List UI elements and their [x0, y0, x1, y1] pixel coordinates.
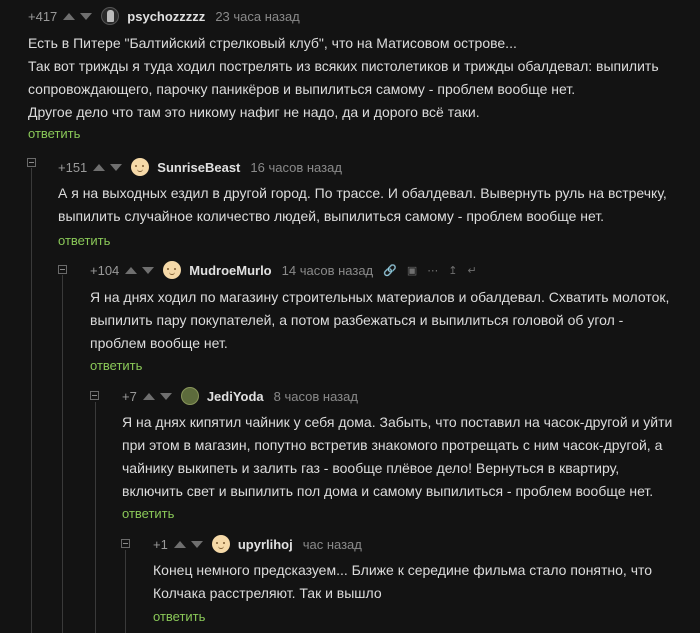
comment-body: А я на выходных ездил в другой город. По… [58, 182, 667, 228]
comment-body: Конец немного предсказуем... Ближе к сер… [153, 559, 652, 605]
comment-line: Я на днях ходил по магазину строительных… [90, 289, 670, 305]
comment-header: +104 MudroeMurlo 14 часов назад 🔗 ▣ ⋯ ↥ … [90, 260, 477, 280]
comment-body: Я на днях кипятил чайник у себя дома. За… [122, 411, 672, 503]
downvote-icon[interactable] [190, 540, 203, 548]
avatar[interactable] [101, 7, 120, 25]
reply-link[interactable]: ответить [28, 126, 80, 141]
comment-line: выпилить пару покупателей, а потом разбе… [90, 312, 624, 328]
downvote-icon[interactable] [159, 392, 172, 400]
collapse-toggle[interactable] [90, 391, 99, 400]
comment-line: выпилить случайное количество людей, вып… [58, 208, 605, 224]
thread-line [125, 550, 126, 633]
timestamp[interactable]: 8 часов назад [274, 389, 358, 404]
comment-line: Другое дело что там это никому нафиг не … [28, 104, 480, 120]
comment-line: Так вот трижды я туда ходил пострелять и… [28, 58, 659, 74]
comment-body: Я на днях ходил по магазину строительных… [90, 286, 669, 355]
timestamp[interactable]: 23 часа назад [215, 9, 299, 24]
comment-rating: +151 [58, 159, 88, 175]
reply-link[interactable]: ответить [90, 358, 142, 373]
comment-rating: +104 [90, 262, 120, 278]
timestamp[interactable]: 16 часов назад [250, 160, 342, 175]
branch-up-icon[interactable]: ↥ [448, 264, 457, 277]
username[interactable]: JediYoda [207, 389, 264, 404]
avatar[interactable] [163, 261, 182, 279]
comment-line: чайнику выкипеть и залить газ - вообще п… [122, 460, 620, 476]
avatar[interactable] [180, 387, 199, 405]
timestamp[interactable]: час назад [303, 537, 362, 552]
comment-rating: +7 [122, 388, 137, 404]
upvote-icon[interactable] [63, 12, 76, 20]
reply-link[interactable]: ответить [153, 609, 205, 624]
more-icon[interactable]: ⋯ [427, 264, 438, 277]
upvote-icon[interactable] [125, 266, 138, 274]
downvote-icon[interactable] [142, 266, 155, 274]
upvote-icon[interactable] [173, 540, 186, 548]
comment-line: включить свет и выпилить пол дома и само… [122, 483, 654, 499]
comment-reply-icon[interactable]: ↵ [467, 264, 476, 277]
comment-line: сопровождающего, парочку паникёров и вып… [28, 81, 576, 97]
reply-link[interactable]: ответить [58, 233, 110, 248]
comment-line: А я на выходных ездил в другой город. По… [58, 185, 667, 201]
thread-line [31, 168, 32, 633]
avatar[interactable] [211, 535, 230, 553]
comment-line: Конец немного предсказуем... Ближе к сер… [153, 562, 653, 578]
comment-rating: +417 [28, 8, 58, 24]
reply-link[interactable]: ответить [122, 506, 174, 521]
comment-rating: +1 [153, 536, 168, 552]
comment-header: +151 SunriseBeast 16 часов назад [58, 157, 342, 177]
collapse-toggle[interactable] [121, 539, 130, 548]
comment-body: Есть в Питере "Балтийский стрелковый клу… [28, 32, 659, 124]
comment-line: Колчака расстреляют. Так и вышло [153, 585, 382, 601]
comment-line: при этом в магазин, попутно встретив зна… [122, 437, 663, 453]
upvote-icon[interactable] [93, 163, 106, 171]
downvote-icon[interactable] [80, 12, 93, 20]
comment-header: +1 upyrlihoj час назад [153, 534, 362, 554]
collapse-toggle[interactable] [27, 158, 36, 167]
thread-line [95, 402, 96, 633]
collapse-toggle[interactable] [58, 265, 67, 274]
avatar[interactable] [131, 158, 150, 176]
username[interactable]: SunriseBeast [157, 160, 240, 175]
username[interactable]: MudroeMurlo [189, 263, 271, 278]
comment-header: +417 psychozzzzz 23 часа назад [28, 6, 300, 26]
comment-line: проблем вообще нет. [90, 335, 228, 351]
comment-line: Я на днях кипятил чайник у себя дома. За… [122, 414, 673, 430]
save-icon[interactable]: ▣ [407, 264, 417, 277]
link-icon[interactable]: 🔗 [383, 264, 397, 277]
timestamp[interactable]: 14 часов назад [282, 263, 374, 278]
downvote-icon[interactable] [110, 163, 123, 171]
thread-line [62, 275, 63, 633]
comment-header: +7 JediYoda 8 часов назад [122, 386, 358, 406]
upvote-icon[interactable] [142, 392, 155, 400]
comment-line: Есть в Питере "Балтийский стрелковый клу… [28, 35, 517, 51]
username[interactable]: psychozzzzz [127, 9, 205, 24]
username[interactable]: upyrlihoj [238, 537, 293, 552]
